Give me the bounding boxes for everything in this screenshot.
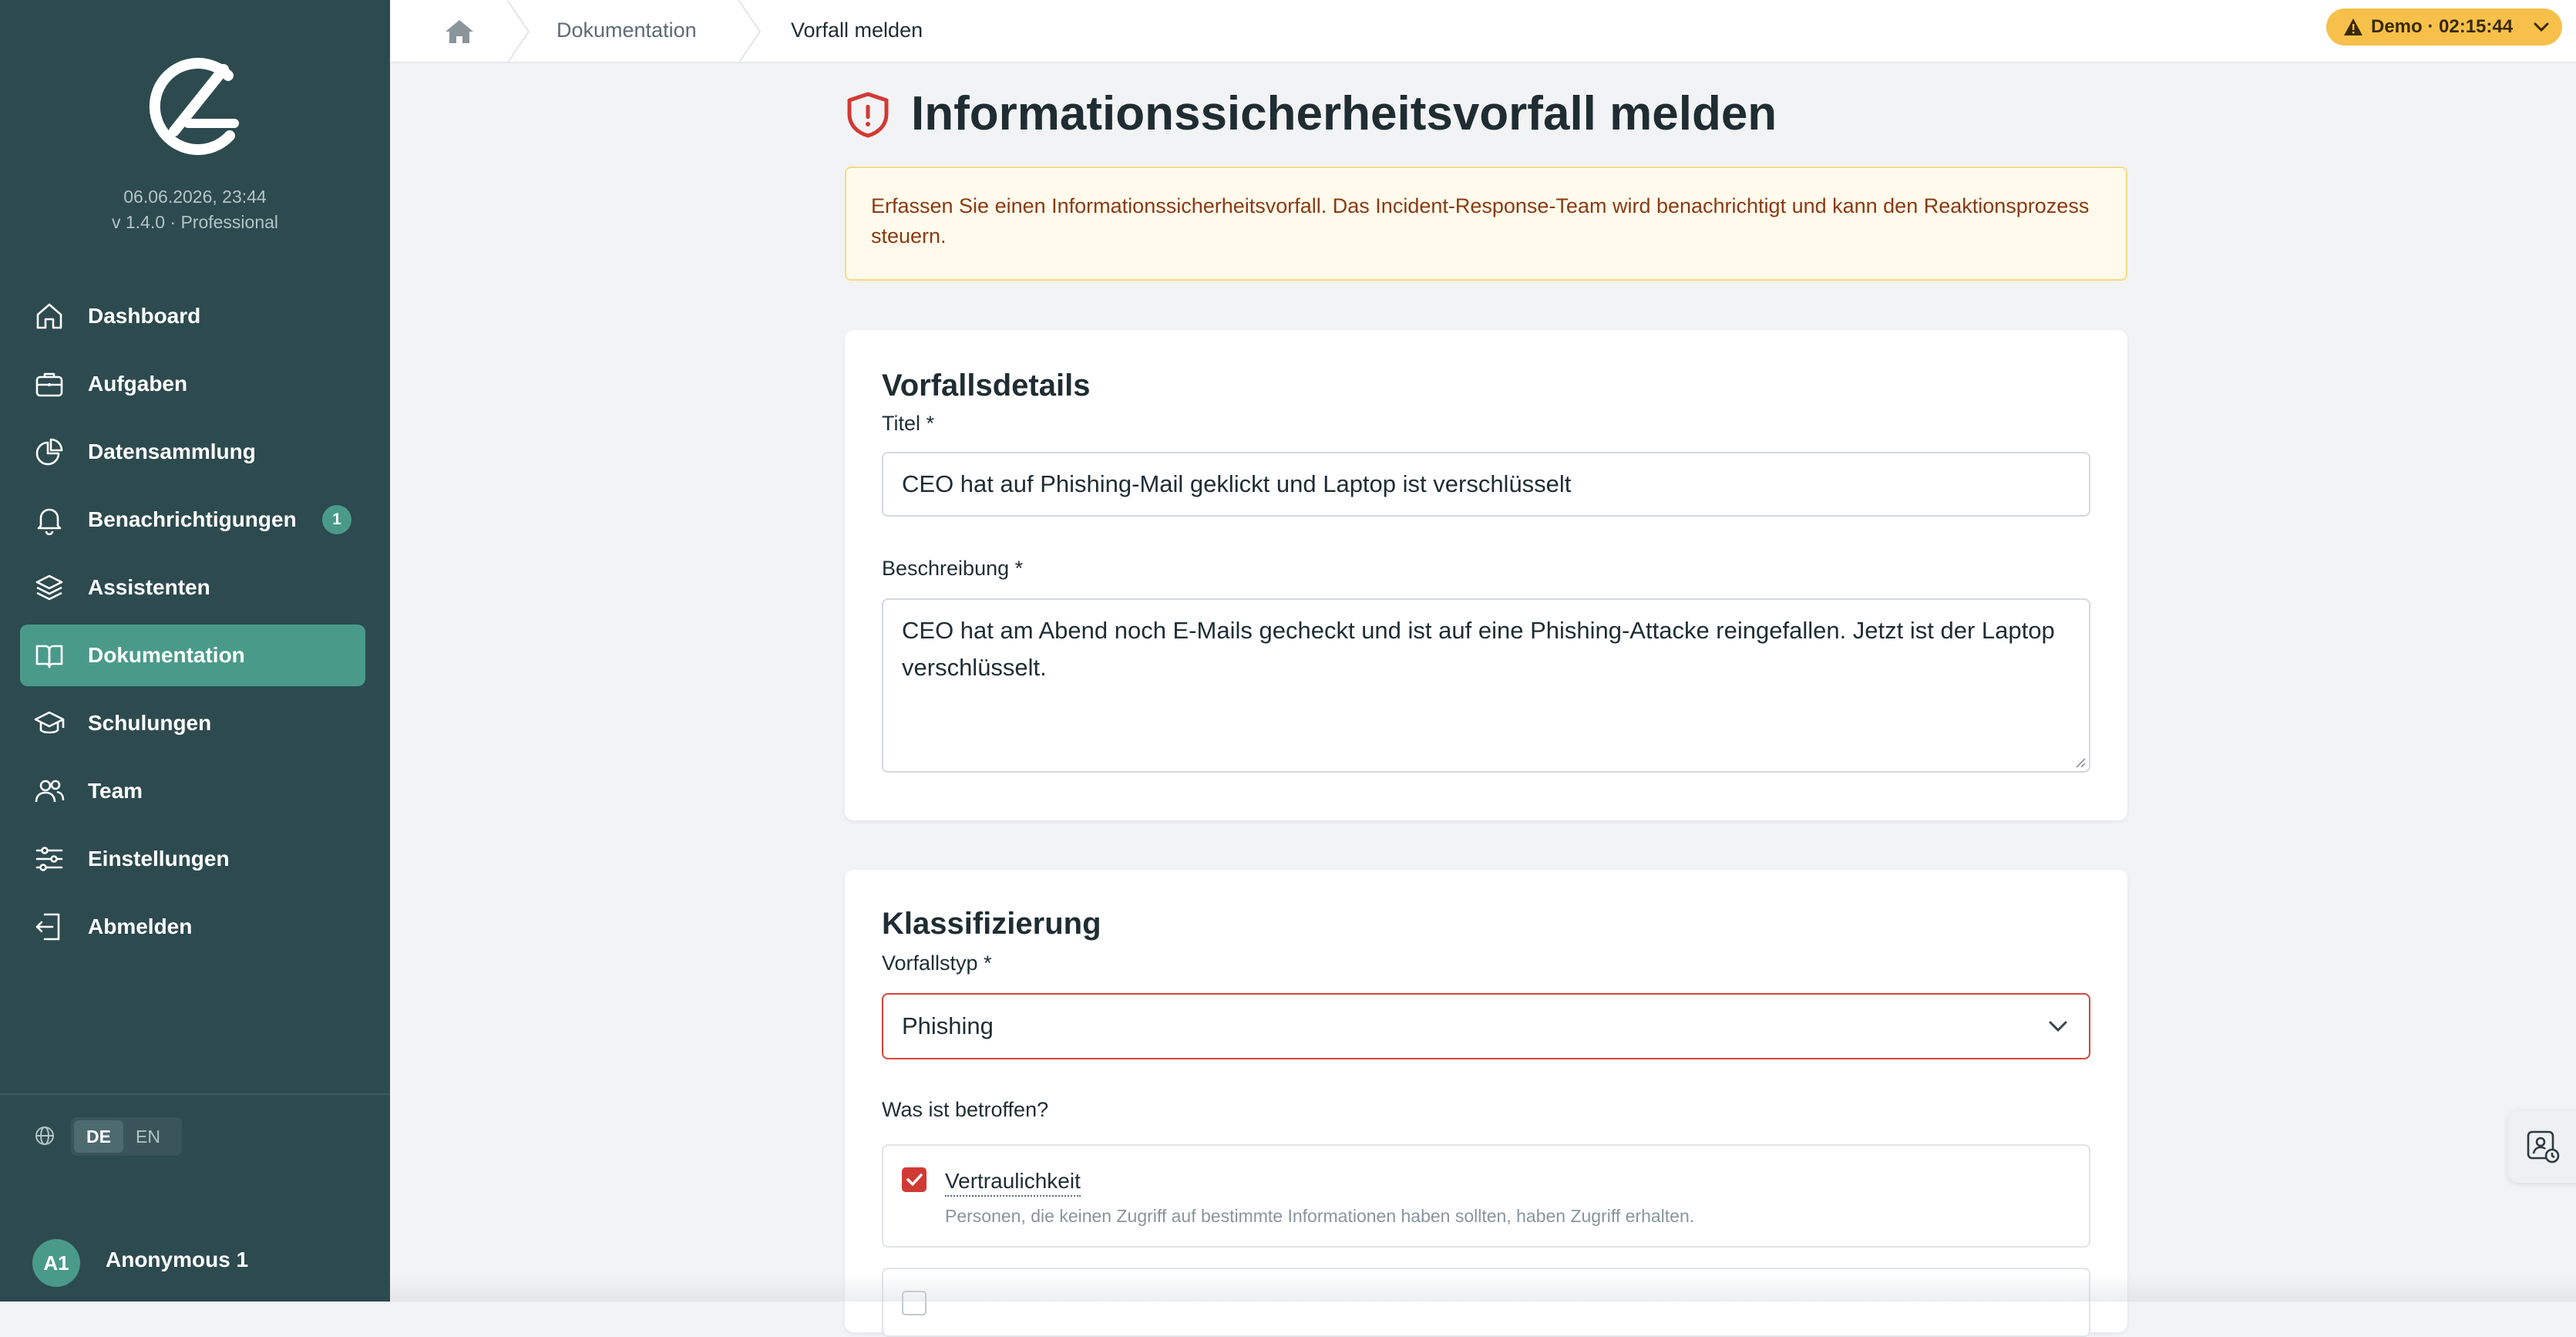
chevron-down-icon [2534,22,2549,32]
book-icon [34,640,65,671]
user-name[interactable]: Anonymous 1 [106,1248,248,1272]
sliders-icon [34,844,65,874]
sidebar-item-benachrichtigungen[interactable]: Benachrichtigungen 1 [20,489,365,551]
sidebar-item-assistenten[interactable]: Assistenten [20,557,365,618]
sidebar-item-label: Team [88,779,143,803]
sidebar-item-label: Dashboard [88,304,201,328]
classification-heading: Klassifizierung [882,907,1101,941]
bell-icon [34,504,65,536]
sidebar-item-abmelden[interactable]: Abmelden [20,896,365,958]
app-logo [149,58,239,155]
demo-timer-dropdown[interactable]: Demo · 02:15:44 [2326,8,2562,45]
sidebar-item-label: Datensammlung [88,439,256,463]
globe-icon [35,1127,54,1145]
pie-chart-icon [34,436,65,467]
incident-type-select[interactable]: Phishing [882,993,2090,1059]
breadcrumb-separator [506,0,530,63]
topbar: Dokumentation Vorfall melden Demo · 02:1… [390,0,2576,63]
breadcrumb-separator [738,0,762,63]
affected-option-confidentiality[interactable]: Vertraulichkeit Personen, die keinen Zug… [882,1144,2090,1248]
sidebar-item-label: Einstellungen [88,847,230,871]
warning-icon [2344,19,2362,35]
title-label: Titel * [882,412,935,435]
graduation-cap-icon [34,708,65,739]
affected-label: Was ist betroffen? [882,1098,1049,1121]
description-label: Beschreibung * [882,557,1024,580]
sidebar-item-label: Abmelden [88,914,193,938]
incident-type-label: Vorfallstyp * [882,951,992,975]
demo-timer-label: Demo · 02:15:44 [2371,16,2514,37]
option-title: Vertraulichkeit [945,1167,1081,1197]
sidebar-item-datensammlung[interactable]: Datensammlung [20,421,365,483]
breadcrumb-dokumentation[interactable]: Dokumentation [557,0,697,60]
incident-type-value: Phishing [902,1012,994,1039]
sidebar-item-label: Dokumentation [88,643,245,667]
shield-alert-icon [847,92,889,138]
avatar[interactable]: A1 [32,1239,80,1287]
sidebar-item-dashboard[interactable]: Dashboard [20,285,365,347]
language-en-button[interactable]: EN [123,1120,173,1153]
home-icon[interactable] [439,15,479,46]
sidebar-item-dokumentation[interactable]: Dokumentation [20,625,365,686]
sidebar-version: v 1.4.0 · Professional [111,212,279,232]
user-shield-icon [2527,1130,2560,1164]
sidebar-item-label: Assistenten [88,575,210,599]
briefcase-icon [34,369,65,399]
sidebar-item-schulungen[interactable]: Schulungen [20,692,365,754]
option-description: Personen, die keinen Zugriff auf bestimm… [945,1206,1695,1226]
sidebar: 06.06.2026, 23:44 v 1.4.0 · Professional… [0,0,390,1302]
sidebar-item-label: Schulungen [88,711,212,735]
sidebar-nav: Dashboard Aufgaben Datensammlung Benachr… [20,285,365,964]
privacy-helper-button[interactable] [2508,1110,2576,1183]
sidebar-item-aufgaben[interactable]: Aufgaben [20,353,365,415]
breadcrumb-current: Vorfall melden [791,19,923,42]
check-icon [906,1174,923,1186]
description-textarea[interactable]: CEO hat am Abend noch E-Mails gecheckt u… [882,598,2090,773]
info-alert: Erfassen Sie einen Informationssicherhei… [845,167,2127,281]
home-icon [34,301,65,332]
sidebar-item-label: Benachrichtigungen [88,507,297,531]
sidebar-item-team[interactable]: Team [20,760,365,822]
details-heading: Vorfallsdetails [882,369,1091,402]
description-text: CEO hat am Abend noch E-Mails gecheckt u… [902,617,2055,681]
title-input[interactable]: CEO hat auf Phishing-Mail geklickt und L… [882,452,2090,517]
classification-card: Klassifizierung Vorfallstyp * Phishing W… [845,870,2127,1337]
layers-icon [34,572,65,603]
users-icon [34,776,65,807]
logout-icon [34,911,65,942]
incident-details-card: Vorfallsdetails Titel * CEO hat auf Phis… [845,330,2127,820]
language-switcher: DE EN [71,1117,182,1156]
sidebar-datetime: 06.06.2026, 23:44 [123,187,267,207]
sidebar-item-label: Aufgaben [88,372,188,396]
page-title: Informationssicherheitsvorfall melden [911,87,1777,140]
chevron-down-icon [2049,1021,2067,1032]
sidebar-item-einstellungen[interactable]: Einstellungen [20,828,365,890]
scroll-fade [390,1274,2576,1302]
confidentiality-checkbox[interactable] [902,1167,926,1192]
sidebar-divider [0,1093,390,1095]
resize-handle-icon[interactable] [2073,756,2086,768]
notification-badge: 1 [322,505,351,534]
language-de-button[interactable]: DE [74,1120,123,1153]
